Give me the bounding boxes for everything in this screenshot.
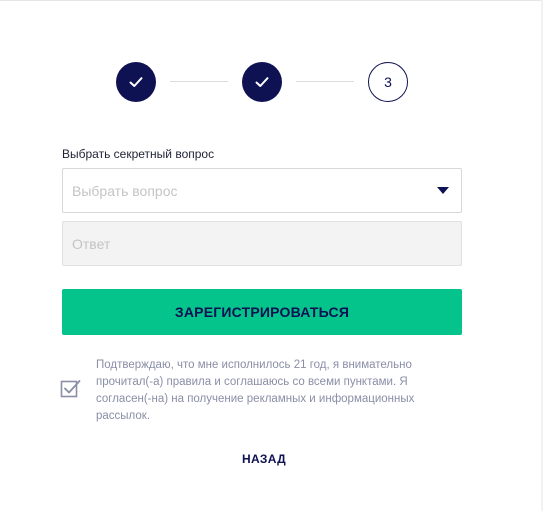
consent-text: Подтверждаю, что мне исполнилось 21 год,… [96, 357, 441, 425]
consent-line: прочитал(-а) правила и соглашаюсь со все… [96, 376, 408, 388]
select-placeholder: Выбрать вопрос [72, 183, 178, 199]
step-3-current: 3 [368, 62, 408, 102]
step-connector [296, 81, 354, 82]
step-connector [170, 81, 228, 82]
progress-stepper: 3 [116, 62, 408, 102]
consent-checkbox-icon[interactable] [60, 378, 82, 400]
register-button[interactable]: ЗАРЕГИСТРИРОВАТЬСЯ [62, 289, 462, 335]
check-icon [255, 77, 269, 87]
step-1-completed [116, 62, 156, 102]
step-2-completed [242, 62, 282, 102]
secret-question-select[interactable]: Выбрать вопрос [62, 168, 462, 213]
dropdown-arrow-icon [437, 187, 449, 194]
consent-line: Подтверждаю, что мне исполнилось 21 год,… [96, 359, 412, 371]
answer-placeholder: Ответ [72, 236, 111, 252]
answer-input[interactable]: Ответ [62, 221, 462, 266]
consent-line: рассылок. [96, 410, 151, 422]
top-divider [0, 0, 543, 1]
consent-line: согласен(-на) на получение рекламных и и… [96, 393, 415, 405]
check-icon [129, 77, 143, 87]
secret-question-label: Выбрать секретный вопрос [62, 147, 215, 161]
registration-step-3: 3 Выбрать секретный вопрос Выбрать вопро… [0, 0, 543, 511]
back-link[interactable]: НАЗАД [242, 452, 286, 466]
step-number: 3 [384, 74, 392, 90]
